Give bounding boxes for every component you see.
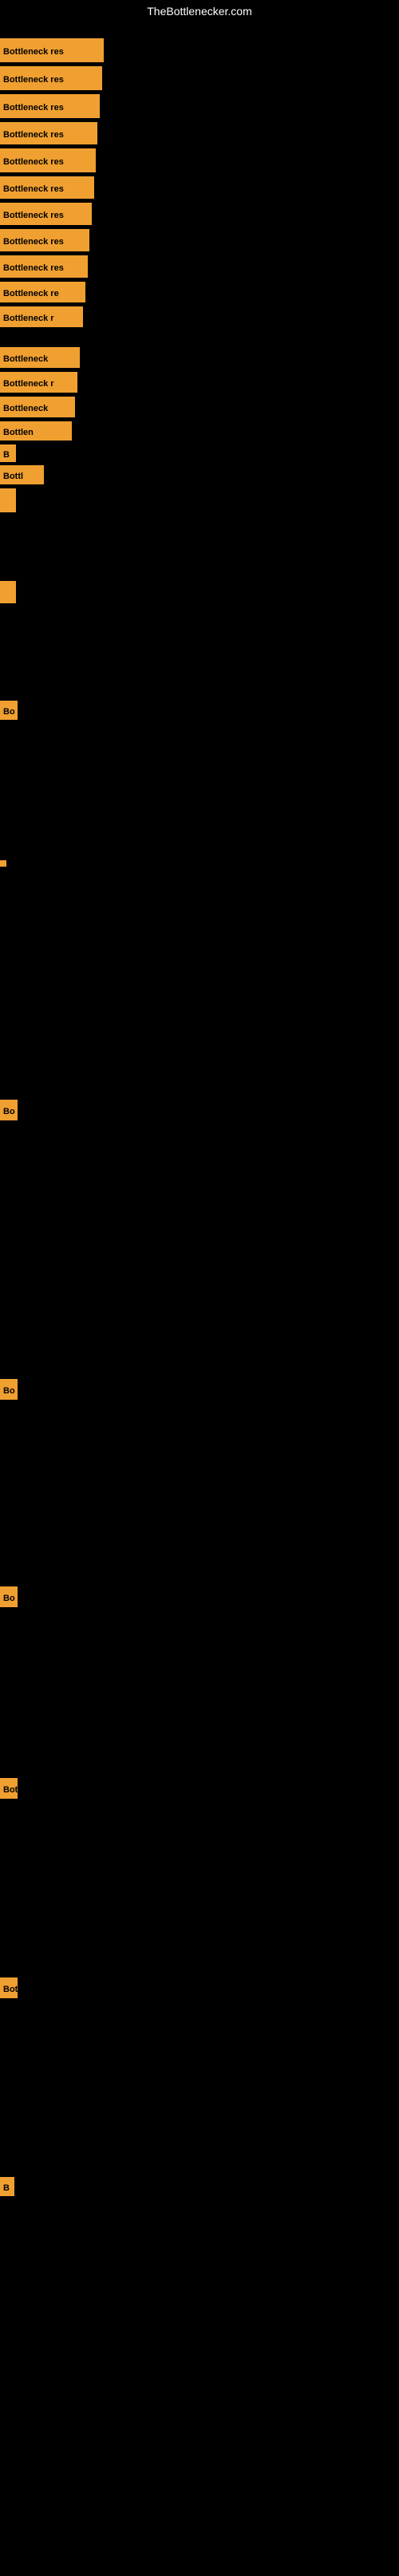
bar-label: Bo [0,1379,18,1400]
bar-label: Bottleneck r [0,306,83,327]
bar-item: Bottlen [0,421,72,441]
bar-label: Bottleneck re [0,282,85,302]
bar-label: Bottleneck res [0,148,96,172]
bar-label [0,488,16,512]
bar-item: Bo [0,1586,18,1607]
bar-item: Bottl [0,465,44,484]
bar-label: Bott [0,1778,18,1799]
bar-label: Bottleneck [0,347,80,368]
bar-item: B [0,2177,14,2196]
bar-item: Bo [0,701,18,720]
bar-item: Bottleneck res [0,229,89,251]
bar-item: Bottleneck r [0,306,83,327]
bar-label: Bottleneck res [0,255,88,278]
bar-item: Bottleneck res [0,66,102,90]
bar-label: B [0,444,16,462]
bar-label: Bottleneck r [0,372,77,393]
bar-item: Bottleneck res [0,203,92,225]
bar-label: Bottleneck res [0,176,94,199]
bar-label: Bottleneck [0,397,75,417]
bar-label: Bo [0,701,18,720]
bar-item: Bottleneck [0,347,80,368]
bar-label: Bottleneck res [0,94,100,118]
bar-item [0,860,6,867]
bar-item: Bo [0,1379,18,1400]
bar-label: Bo [0,1586,18,1607]
bar-label [0,581,16,603]
bar-item: Bottleneck [0,397,75,417]
bar-item: Bottleneck res [0,122,97,144]
bar-item: Bottleneck res [0,38,104,62]
bar-item: Bottleneck res [0,94,100,118]
bar-item: Bott [0,1977,18,1998]
site-title: TheBottlenecker.com [0,0,399,22]
bar-label: B [0,2177,14,2196]
bar-label: Bottl [0,465,44,484]
bar-label: Bottleneck res [0,229,89,251]
bar-item: B [0,444,16,462]
bar-label: Bott [0,1977,18,1998]
bar-label: Bottlen [0,421,72,441]
bar-label: Bottleneck res [0,203,92,225]
bar-label: Bottleneck res [0,38,104,62]
bar-label: Bottleneck res [0,122,97,144]
bar-item: Bottleneck re [0,282,85,302]
bar-label [0,860,6,867]
bar-label: Bottleneck res [0,66,102,90]
bar-item: Bottleneck res [0,148,96,172]
bar-label: Bo [0,1100,18,1120]
bar-item [0,488,16,512]
bar-item [0,581,16,603]
bar-item: Bott [0,1778,18,1799]
bar-item: Bottleneck res [0,176,94,199]
bar-item: Bottleneck res [0,255,88,278]
bar-item: Bottleneck r [0,372,77,393]
bar-item: Bo [0,1100,18,1120]
